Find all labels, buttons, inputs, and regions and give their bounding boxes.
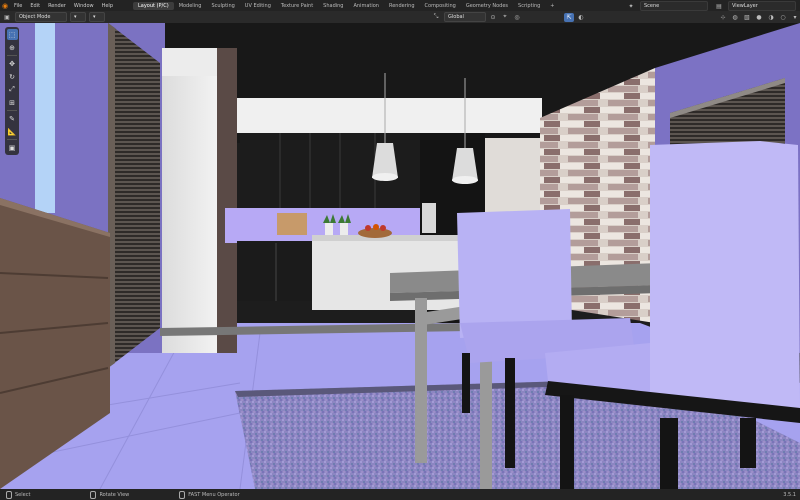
pivot-icon[interactable]: ⊙ <box>488 13 498 22</box>
scene-field[interactable]: Scene <box>640 1 708 11</box>
xray-icon[interactable]: ▧ <box>742 13 752 22</box>
status-rotate: Rotate View <box>90 490 130 499</box>
select-box-tool-icon[interactable]: ⬚ <box>6 29 18 40</box>
status-menu: FAST Menu Operator <box>179 490 240 499</box>
tab-compositing[interactable]: Compositing <box>420 2 461 10</box>
scene-name: Scene <box>644 3 660 9</box>
menu-window[interactable]: Window <box>70 3 98 9</box>
shading-rendered-icon[interactable]: ○ <box>778 13 788 22</box>
shading-material-icon[interactable]: ◑ <box>766 13 776 22</box>
status-menu-label: FAST Menu Operator <box>188 491 240 498</box>
tab-animation[interactable]: Animation <box>348 2 384 10</box>
scale-tool-icon[interactable]: ⤢ <box>7 84 18 95</box>
menu-help[interactable]: Help <box>98 3 117 9</box>
gizmo-icon[interactable]: ⊹ <box>718 13 728 22</box>
mouse-right-icon <box>179 490 186 499</box>
view-menu[interactable]: ▾ <box>70 12 86 22</box>
menu-edit[interactable]: Edit <box>26 3 44 9</box>
tool-separator <box>7 139 17 140</box>
status-select-label: Select <box>15 491 31 498</box>
scene-render <box>0 23 800 489</box>
status-bar: Select Rotate View FAST Menu Operator 3.… <box>0 489 800 500</box>
shading-dropdown-icon[interactable]: ▾ <box>790 13 800 22</box>
view-layer-icon[interactable]: ▤ <box>714 2 724 11</box>
scene-icon[interactable]: ✦ <box>626 2 636 11</box>
mode-dropdown[interactable]: Object Mode <box>15 12 67 22</box>
visibility-icon[interactable]: ◐ <box>576 13 586 22</box>
mouse-left-icon <box>6 490 12 499</box>
tab-geometry-nodes[interactable]: Geometry Nodes <box>461 2 513 10</box>
menu-render[interactable]: Render <box>44 3 70 9</box>
editor-type-icon[interactable]: ▣ <box>2 13 12 22</box>
tool-separator <box>7 55 17 56</box>
tool-separator <box>7 110 17 111</box>
snap-icon[interactable]: ⌖ <box>500 13 510 22</box>
tab-rendering[interactable]: Rendering <box>384 2 420 10</box>
blender-logo-icon[interactable]: ◉ <box>0 1 10 11</box>
tab-scripting[interactable]: Scripting <box>513 2 545 10</box>
orientation-icon[interactable]: ⤡ <box>431 13 441 22</box>
workspace-tabs: Layout (P/C) Modeling Sculpting UV Editi… <box>133 1 559 10</box>
tab-uv-editing[interactable]: UV Editing <box>240 2 276 10</box>
top-bar: ◉ File Edit Render Window Help Layout (P… <box>0 0 800 11</box>
tab-texture-paint[interactable]: Texture Paint <box>276 2 318 10</box>
shading-solid-icon[interactable]: ● <box>754 13 764 22</box>
status-select: Select <box>6 490 31 499</box>
tab-sculpting[interactable]: Sculpting <box>206 2 239 10</box>
select-menu[interactable]: ▾ <box>89 12 105 22</box>
move-tool-icon[interactable]: ✥ <box>7 58 18 69</box>
version-label: 3.5.1 <box>783 491 796 498</box>
tool-shelf: ⬚ ⊕ ✥ ↻ ⤢ ⊞ ✎ 📐 ▣ <box>5 27 19 155</box>
viewport-header: ▣ Object Mode ▾ ▾ ⤡ Global ⊙ ⌖ ◎ ⇱ ◐ ⊹ ◍… <box>0 11 800 23</box>
status-rotate-label: Rotate View <box>99 491 130 498</box>
rotate-tool-icon[interactable]: ↻ <box>7 71 18 82</box>
tab-shading[interactable]: Shading <box>318 2 348 10</box>
3d-viewport[interactable] <box>0 23 800 489</box>
tab-modeling[interactable]: Modeling <box>174 2 207 10</box>
mode-label: Object Mode <box>19 14 51 20</box>
measure-tool-icon[interactable]: 📐 <box>7 126 18 137</box>
proportional-edit-icon[interactable]: ◎ <box>512 13 522 22</box>
annotate-tool-icon[interactable]: ✎ <box>7 113 18 124</box>
view-layer-name: ViewLayer <box>732 3 758 9</box>
selectability-icon[interactable]: ⇱ <box>564 12 574 22</box>
mouse-middle-icon <box>90 490 97 499</box>
transform-tool-icon[interactable]: ⊞ <box>7 97 18 108</box>
view-layer-field[interactable]: ViewLayer <box>728 1 796 11</box>
cursor-tool-icon[interactable]: ⊕ <box>7 42 18 53</box>
tab-layout[interactable]: Layout (P/C) <box>133 1 174 10</box>
add-workspace-button[interactable]: + <box>545 2 559 10</box>
overlay-icon[interactable]: ◍ <box>730 13 740 22</box>
orientation-dropdown[interactable]: Global <box>444 12 486 22</box>
orientation-label: Global <box>448 14 464 20</box>
add-cube-tool-icon[interactable]: ▣ <box>7 142 18 153</box>
menu-file[interactable]: File <box>10 3 26 9</box>
topbar-right: ✦ Scene ▤ ViewLayer <box>624 1 796 11</box>
